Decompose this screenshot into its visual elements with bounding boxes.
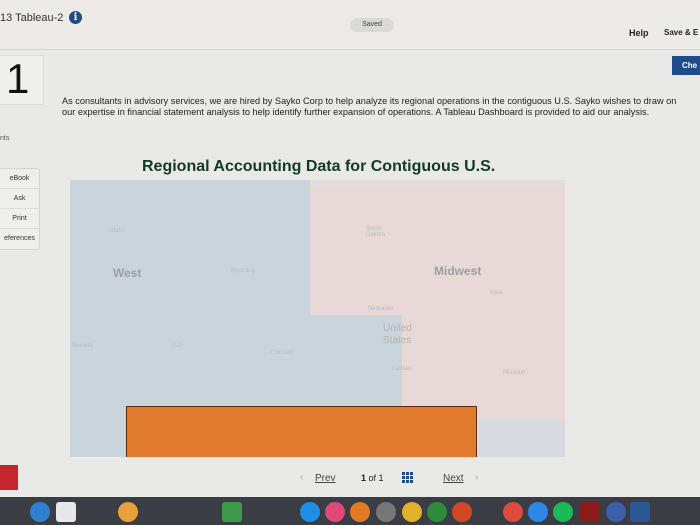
country-label-line2: States (383, 335, 412, 346)
spotify-icon[interactable] (553, 502, 573, 522)
help-link[interactable]: Help (629, 28, 649, 38)
excel-icon[interactable] (427, 502, 447, 522)
bluetooth-icon[interactable] (606, 502, 626, 522)
ibooks-icon[interactable] (350, 502, 370, 522)
grid-icon[interactable] (402, 472, 413, 483)
saved-status: Saved (350, 18, 394, 32)
midwest-label: Midwest (434, 264, 482, 278)
state-label: Colorado (270, 350, 295, 356)
state-label: South Dakota (366, 226, 386, 238)
state-label: Utah (170, 343, 183, 349)
state-label: Missouri (503, 370, 526, 376)
region-south-gray (477, 420, 565, 457)
region-map[interactable]: West Midwest United States Idaho Wyoming … (70, 180, 565, 457)
page-total: of 1 (368, 473, 384, 483)
settings-icon[interactable] (376, 502, 396, 522)
region-south-highlighted[interactable] (126, 406, 477, 457)
country-label: United States (383, 323, 412, 347)
state-label: Wyoming (230, 268, 255, 274)
app-store-icon[interactable] (300, 502, 320, 522)
messenger-icon[interactable] (528, 502, 548, 522)
numbers-icon[interactable] (222, 502, 242, 522)
word-icon[interactable] (630, 502, 650, 522)
ask-button[interactable]: Ask (0, 189, 39, 209)
info-icon[interactable]: i (69, 11, 82, 24)
chrome-icon[interactable] (503, 502, 523, 522)
sidebar: eBook Ask Print eferences (0, 168, 40, 250)
state-label: Iowa (490, 290, 503, 296)
next-button[interactable]: Next (443, 473, 464, 484)
page-indicator: 1 of 1 (361, 473, 384, 483)
state-label: Nevada (72, 343, 93, 349)
prev-chevron-icon[interactable]: ‹ (300, 472, 303, 483)
country-label-line1: United (383, 323, 412, 334)
prev-button[interactable]: Prev (315, 473, 336, 484)
question-prompt: As consultants in advisory services, we … (62, 96, 677, 117)
assignment-title: 13 Tableau-2 (0, 12, 64, 24)
outlook-icon[interactable] (402, 502, 422, 522)
state-label: Kansas (392, 366, 413, 372)
itunes-icon[interactable] (325, 502, 345, 522)
dashboard-title: Regional Accounting Data for Contiguous … (142, 158, 496, 175)
acrobat-icon[interactable] (580, 502, 600, 522)
powerpoint-icon[interactable] (452, 502, 472, 522)
save-exit-button[interactable]: Save & E (664, 28, 698, 37)
region-midwest-south[interactable] (402, 315, 565, 420)
check-button[interactable]: Che (672, 56, 700, 75)
references-button[interactable]: eferences (0, 229, 39, 249)
ebook-button[interactable]: eBook (0, 169, 39, 189)
region-midwest[interactable] (310, 188, 565, 315)
west-label: West (113, 266, 142, 280)
state-label: Nebraska (368, 306, 394, 312)
print-button[interactable]: Print (0, 209, 39, 229)
state-label: Idaho (110, 228, 126, 234)
safari-icon[interactable] (30, 502, 50, 522)
next-chevron-icon[interactable]: › (475, 472, 478, 483)
current-page: 1 (361, 473, 367, 483)
publisher-logo (0, 465, 18, 490)
question-number: 1 (6, 55, 30, 102)
calendar-icon[interactable] (56, 502, 76, 522)
photos-icon[interactable] (118, 502, 138, 522)
points-label: nts (0, 135, 10, 142)
